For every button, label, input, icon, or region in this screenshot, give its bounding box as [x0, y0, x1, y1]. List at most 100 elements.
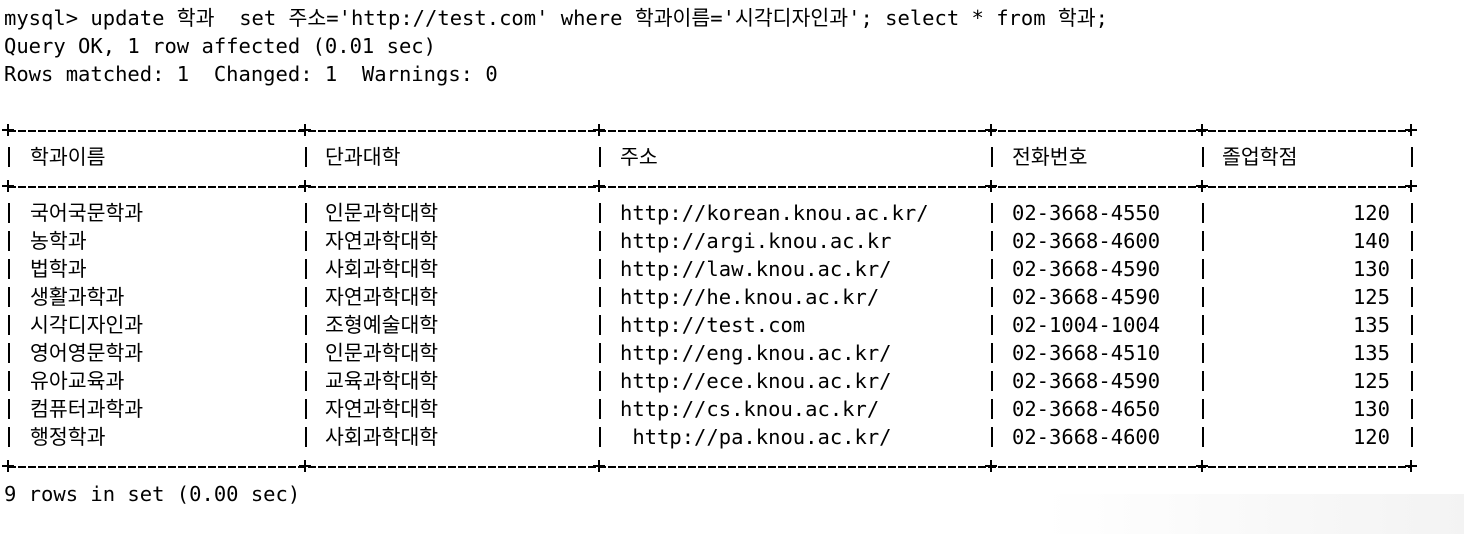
- table-cell: http://law.knou.ac.kr/: [620, 257, 892, 281]
- column-separator: [305, 427, 307, 447]
- border-junction: [985, 460, 997, 472]
- column-separator: [8, 287, 10, 307]
- table-cell: 행정학과: [30, 425, 106, 449]
- column-separator: [305, 315, 307, 335]
- table-cell: 02-3668-4600: [1012, 229, 1161, 253]
- border-junction: [593, 180, 605, 192]
- column-separator: [599, 343, 601, 363]
- command-line: mysql> update 학과 set 주소='http://test.com…: [4, 6, 1108, 30]
- column-header: 졸업학점: [1222, 145, 1298, 169]
- border-junction: [2, 460, 14, 472]
- table-cell: 120: [1352, 425, 1390, 449]
- column-separator: [599, 259, 601, 279]
- table-cell: 02-3668-4590: [1012, 285, 1161, 309]
- table-cell: 02-3668-4510: [1012, 341, 1161, 365]
- column-separator: [991, 287, 993, 307]
- table-cell: 생활과학과: [30, 285, 125, 309]
- table-cell: http://korean.knou.ac.kr/: [620, 201, 929, 225]
- table-cell: 125: [1352, 369, 1390, 393]
- table-cell: 시각디자인과: [30, 313, 144, 337]
- column-separator: [991, 203, 993, 223]
- table-cell: 130: [1352, 257, 1390, 281]
- column-separator: [305, 343, 307, 363]
- table-cell: http://pa.knou.ac.kr/: [620, 425, 892, 449]
- table-cell: 법학과: [30, 257, 87, 281]
- column-separator: [8, 231, 10, 251]
- column-separator: [1202, 147, 1204, 167]
- column-separator: [1202, 315, 1204, 335]
- column-separator: [1411, 231, 1413, 251]
- column-separator: [599, 287, 601, 307]
- table-cell: 125: [1352, 285, 1390, 309]
- table-cell: 자연과학대학: [325, 229, 439, 253]
- rows-in-set-line: 9 rows in set (0.00 sec): [4, 482, 301, 506]
- column-separator: [1411, 259, 1413, 279]
- column-separator: [305, 287, 307, 307]
- column-separator: [8, 203, 10, 223]
- column-separator: [991, 427, 993, 447]
- column-separator: [8, 147, 10, 167]
- column-separator: [8, 259, 10, 279]
- table-border: [0, 180, 1464, 192]
- table-cell: 인문과학대학: [325, 341, 439, 365]
- table-cell: 사회과학대학: [325, 257, 439, 281]
- border-junction: [299, 124, 311, 136]
- column-separator: [1202, 287, 1204, 307]
- column-separator: [8, 399, 10, 419]
- column-separator: [1411, 147, 1413, 167]
- table-cell: 자연과학대학: [325, 285, 439, 309]
- column-separator: [1411, 287, 1413, 307]
- column-separator: [1411, 399, 1413, 419]
- table-cell: 유아교육과: [30, 369, 125, 393]
- border-junction: [1196, 180, 1208, 192]
- table-cell: 120: [1352, 201, 1390, 225]
- column-separator: [1202, 427, 1204, 447]
- column-header: 주소: [620, 145, 658, 169]
- column-separator: [1411, 203, 1413, 223]
- column-separator: [8, 315, 10, 335]
- table-border: [0, 460, 1464, 472]
- table-cell: 교육과학대학: [325, 369, 439, 393]
- border-junction: [1196, 460, 1208, 472]
- column-separator: [305, 371, 307, 391]
- table-cell: 사회과학대학: [325, 425, 439, 449]
- table-cell: 영어영문학과: [30, 341, 144, 365]
- border-junction: [299, 460, 311, 472]
- column-separator: [599, 371, 601, 391]
- column-separator: [991, 399, 993, 419]
- column-separator: [305, 399, 307, 419]
- column-separator: [599, 427, 601, 447]
- table-border: [0, 124, 1464, 136]
- column-separator: [305, 203, 307, 223]
- table-cell: 02-1004-1004: [1012, 313, 1161, 337]
- column-separator: [991, 147, 993, 167]
- rows-matched-line: Rows matched: 1 Changed: 1 Warnings: 0: [4, 62, 498, 86]
- border-junction: [985, 124, 997, 136]
- border-junction: [2, 124, 14, 136]
- column-separator: [1202, 343, 1204, 363]
- border-junction: [299, 180, 311, 192]
- border-junction: [1405, 460, 1417, 472]
- column-header: 단과대학: [325, 145, 401, 169]
- column-separator: [305, 147, 307, 167]
- table-cell: 컴퓨터과학과: [30, 397, 144, 421]
- table-cell: http://test.com: [620, 313, 806, 337]
- border-junction: [1405, 124, 1417, 136]
- column-header: 학과이름: [30, 145, 106, 169]
- column-separator: [8, 427, 10, 447]
- border-junction: [1405, 180, 1417, 192]
- column-separator: [991, 259, 993, 279]
- table-cell: 02-3668-4600: [1012, 425, 1161, 449]
- terminal-window[interactable]: mysql> update 학과 set 주소='http://test.com…: [0, 0, 1464, 534]
- column-separator: [1411, 343, 1413, 363]
- table-cell: 135: [1352, 341, 1390, 365]
- table-cell: http://he.knou.ac.kr/: [620, 285, 880, 309]
- table-cell: 인문과학대학: [325, 201, 439, 225]
- table-cell: 02-3668-4650: [1012, 397, 1161, 421]
- table-cell: 국어국문학과: [30, 201, 144, 225]
- table-cell: 135: [1352, 313, 1390, 337]
- border-junction: [593, 124, 605, 136]
- window-shadow: [1044, 494, 1464, 534]
- column-separator: [991, 315, 993, 335]
- query-result-line: Query OK, 1 row affected (0.01 sec): [4, 34, 436, 58]
